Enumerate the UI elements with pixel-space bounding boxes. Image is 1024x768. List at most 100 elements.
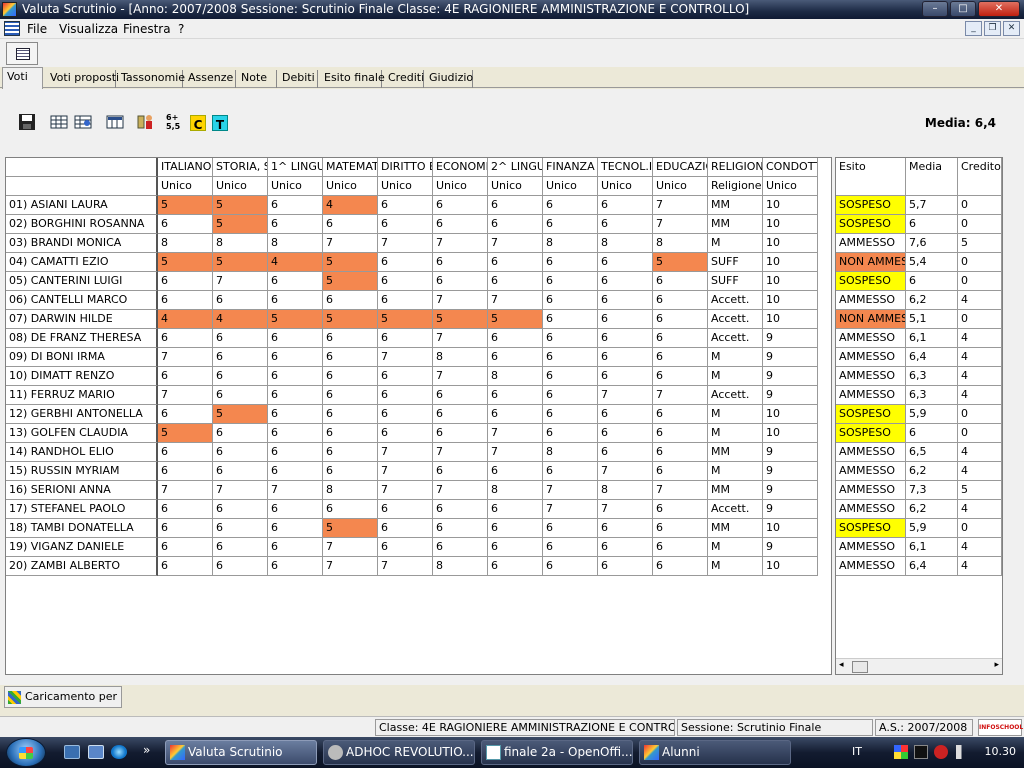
grade-cell[interactable]: 6 bbox=[378, 253, 433, 272]
credito-cell[interactable]: 4 bbox=[958, 557, 1002, 576]
grade-cell[interactable]: 6 bbox=[378, 367, 433, 386]
subject-header[interactable]: ITALIANO bbox=[158, 158, 213, 177]
grade-cell[interactable]: 6 bbox=[543, 329, 598, 348]
grade-cell[interactable]: 6 bbox=[653, 538, 708, 557]
grade-cell[interactable]: 5 bbox=[323, 310, 378, 329]
credito-cell[interactable]: 4 bbox=[958, 291, 1002, 310]
grade-cell[interactable]: Accett. bbox=[708, 291, 763, 310]
student-name[interactable]: 20) ZAMBI ALBERTO bbox=[6, 557, 158, 576]
grade-cell[interactable]: 6 bbox=[598, 272, 653, 291]
grade-cell[interactable]: 9 bbox=[763, 348, 818, 367]
esito-cell[interactable]: AMMESSO bbox=[836, 291, 906, 310]
student-name[interactable]: 05) CANTERINI LUIGI bbox=[6, 272, 158, 291]
grade-cell[interactable]: 6 bbox=[323, 348, 378, 367]
credito-cell[interactable]: 4 bbox=[958, 538, 1002, 557]
credito-cell[interactable]: 0 bbox=[958, 519, 1002, 538]
grade-cell[interactable]: 6 bbox=[488, 538, 543, 557]
grade-cell[interactable]: 6 bbox=[598, 348, 653, 367]
grade-cell[interactable]: 6 bbox=[653, 291, 708, 310]
security-icon[interactable] bbox=[934, 745, 948, 759]
grade-cell[interactable]: 6 bbox=[543, 519, 598, 538]
tab-tassonomie[interactable]: Tassonomie bbox=[117, 70, 185, 88]
student-name[interactable]: 14) RANDHOL ELIO bbox=[6, 443, 158, 462]
credito-cell[interactable]: 0 bbox=[958, 215, 1002, 234]
grade-cell[interactable]: 6 bbox=[543, 310, 598, 329]
grade-cell[interactable]: 6 bbox=[268, 538, 323, 557]
grade-cell[interactable]: 6 bbox=[323, 386, 378, 405]
mdi-close-button[interactable]: ✕ bbox=[1003, 21, 1020, 36]
grade-cell[interactable]: 6 bbox=[598, 367, 653, 386]
scroll-right-icon[interactable]: ▸ bbox=[994, 660, 999, 670]
list-view-button[interactable] bbox=[6, 42, 38, 65]
credito-cell[interactable]: 0 bbox=[958, 405, 1002, 424]
grade-cell[interactable]: 6 bbox=[543, 291, 598, 310]
grade-cell[interactable]: 6 bbox=[598, 291, 653, 310]
grade-cell[interactable]: 7 bbox=[653, 481, 708, 500]
credito-cell[interactable]: 4 bbox=[958, 443, 1002, 462]
grade-cell[interactable]: 6 bbox=[488, 253, 543, 272]
grade-cell[interactable]: 7 bbox=[598, 500, 653, 519]
grade-cell[interactable]: 7 bbox=[158, 481, 213, 500]
grade-cell[interactable]: 6 bbox=[653, 500, 708, 519]
grade-cell[interactable]: 6 bbox=[653, 272, 708, 291]
grade-cell[interactable]: M bbox=[708, 367, 763, 386]
grade-cell[interactable]: 6 bbox=[378, 196, 433, 215]
subject-header[interactable]: 2^ LINGUA bbox=[488, 158, 543, 177]
esito-cell[interactable]: AMMESSO bbox=[836, 481, 906, 500]
grade-cell[interactable]: 7 bbox=[433, 291, 488, 310]
grade-cell[interactable]: 6 bbox=[268, 405, 323, 424]
grade-cell[interactable]: 6 bbox=[268, 386, 323, 405]
menu-visualizza[interactable]: Visualizza bbox=[59, 22, 118, 36]
esito-cell[interactable]: SOSPESO bbox=[836, 215, 906, 234]
grade-cell[interactable]: 4 bbox=[158, 310, 213, 329]
student-name[interactable]: 16) SERIONI ANNA bbox=[6, 481, 158, 500]
subject-header[interactable]: FINANZA A bbox=[543, 158, 598, 177]
grade-cell[interactable]: 6 bbox=[268, 329, 323, 348]
grade-cell[interactable]: 7 bbox=[378, 462, 433, 481]
scroll-thumb[interactable] bbox=[852, 661, 868, 673]
credito-cell[interactable]: 0 bbox=[958, 424, 1002, 443]
grid-edit-icon[interactable] bbox=[74, 113, 94, 133]
subject-header[interactable]: RELIGION bbox=[708, 158, 763, 177]
grade-cell[interactable]: 7 bbox=[653, 386, 708, 405]
grade-cell[interactable]: 4 bbox=[268, 253, 323, 272]
credito-cell[interactable]: 4 bbox=[958, 386, 1002, 405]
grade-cell[interactable]: 8 bbox=[653, 234, 708, 253]
grade-cell[interactable]: 6 bbox=[378, 424, 433, 443]
grade-cell[interactable]: 6 bbox=[268, 367, 323, 386]
grade-cell[interactable]: 6 bbox=[543, 462, 598, 481]
grade-cell[interactable]: 6 bbox=[488, 557, 543, 576]
subject-header[interactable]: EDUCAZIO bbox=[653, 158, 708, 177]
grade-cell[interactable]: 6 bbox=[158, 215, 213, 234]
grade-cell[interactable]: 6 bbox=[158, 500, 213, 519]
grade-cell[interactable]: 6 bbox=[323, 443, 378, 462]
grade-cell[interactable]: 10 bbox=[763, 405, 818, 424]
grade-cell[interactable]: 7 bbox=[433, 367, 488, 386]
scroll-left-icon[interactable]: ◂ bbox=[839, 660, 844, 670]
language-indicator[interactable]: IT bbox=[852, 745, 862, 758]
esito-header[interactable]: Esito bbox=[836, 158, 906, 196]
student-name[interactable]: 11) FERRUZ MARIO bbox=[6, 386, 158, 405]
grade-cell[interactable]: 6 bbox=[158, 462, 213, 481]
grade-cell[interactable]: 7 bbox=[488, 291, 543, 310]
tab-voti-proposti[interactable]: Voti proposti bbox=[46, 70, 119, 88]
task-adhoc[interactable]: ADHOC REVOLUTIO... bbox=[323, 740, 475, 765]
credito-cell[interactable]: 0 bbox=[958, 272, 1002, 291]
grade-cell[interactable]: 5 bbox=[213, 253, 268, 272]
grade-cell[interactable]: 6 bbox=[488, 215, 543, 234]
subject-header[interactable]: STORIA, S bbox=[213, 158, 268, 177]
columns-icon[interactable] bbox=[106, 113, 126, 133]
student-name[interactable]: 01) ASIANI LAURA bbox=[6, 196, 158, 215]
grade-cell[interactable]: 6 bbox=[653, 557, 708, 576]
grade-cell[interactable]: 6 bbox=[433, 196, 488, 215]
credito-cell[interactable]: 0 bbox=[958, 310, 1002, 329]
network-icon[interactable] bbox=[914, 745, 928, 759]
tab-voti[interactable]: Voti bbox=[2, 67, 43, 89]
credito-cell[interactable]: 4 bbox=[958, 462, 1002, 481]
grade-cell[interactable]: 7 bbox=[323, 234, 378, 253]
grade-cell[interactable]: 6 bbox=[213, 557, 268, 576]
grade-cell[interactable]: 6 bbox=[598, 519, 653, 538]
credito-header[interactable]: Credito bbox=[958, 158, 1002, 196]
grade-cell[interactable]: 6 bbox=[158, 443, 213, 462]
grade-cell[interactable]: 5 bbox=[323, 272, 378, 291]
